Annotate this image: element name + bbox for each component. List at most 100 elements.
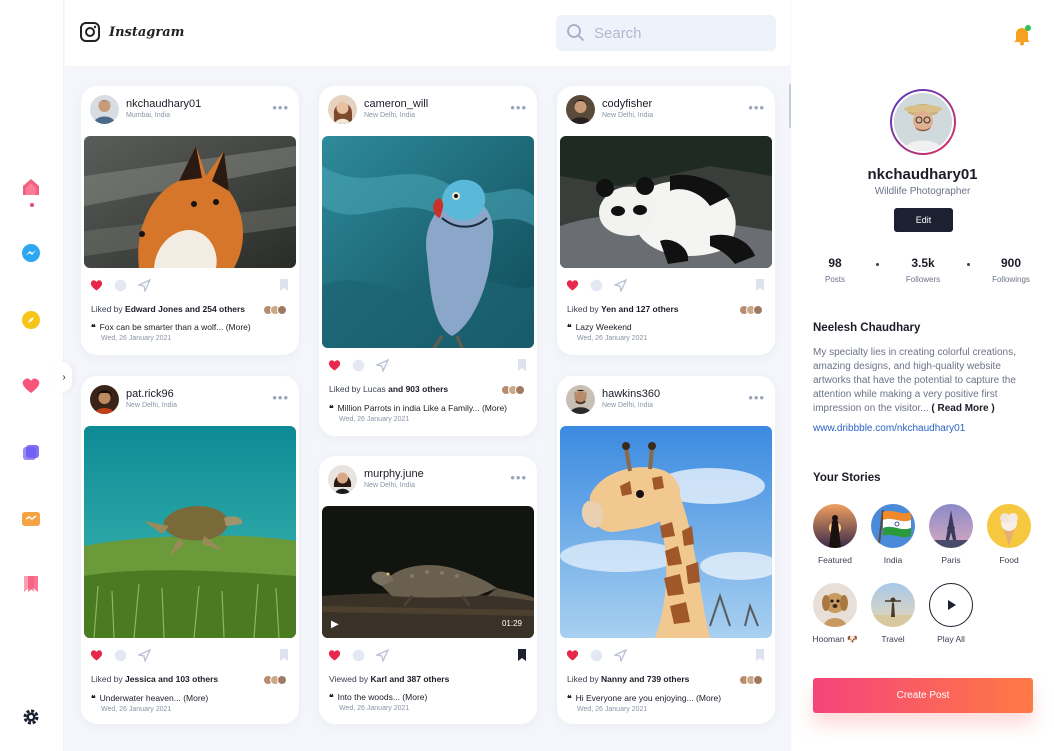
avatar[interactable]	[566, 95, 595, 124]
share-icon[interactable]	[613, 648, 627, 662]
left-sidebar	[0, 0, 64, 751]
comment-icon[interactable]	[351, 648, 365, 662]
more-options-icon[interactable]: •••	[748, 100, 765, 115]
search-input[interactable]	[594, 24, 754, 42]
story-paris[interactable]: Paris	[922, 504, 980, 565]
saved-icon[interactable]	[18, 571, 44, 597]
activity-icon[interactable]	[18, 372, 44, 398]
likes-text: Liked by Jessica and 103 others	[91, 674, 219, 684]
stat-followers[interactable]: 3.5k Followers	[893, 256, 953, 284]
likes-text: Liked by Lucas and 903 others	[329, 384, 449, 394]
story-hooman[interactable]: Hooman 🐶	[806, 583, 864, 645]
post-photo[interactable]	[84, 136, 296, 268]
liked-by-avatars	[739, 675, 765, 685]
instagram-logo[interactable]: Instagram	[79, 21, 184, 43]
profile-website-link[interactable]: www.dribbble.com/nkchaudhary01	[813, 423, 965, 434]
avatar[interactable]	[328, 95, 357, 124]
post-header: murphy.june New Delhi, India •••	[319, 456, 537, 504]
post-location: New Delhi, India	[602, 112, 653, 119]
post-photo[interactable]	[560, 426, 772, 638]
post-photo[interactable]	[322, 136, 534, 348]
profile-full-name: Neelesh Chaudhary	[813, 322, 921, 334]
comment-icon[interactable]	[113, 278, 127, 292]
post-header: cameron_will New Delhi, India •••	[319, 86, 537, 134]
edit-profile-button[interactable]: Edit	[894, 208, 953, 232]
post-video[interactable]: ▶ 01:29	[322, 506, 534, 638]
post-caption[interactable]: ❝ Lazy Weekend	[567, 322, 632, 333]
explore-icon[interactable]	[18, 307, 44, 333]
bookmark-icon[interactable]	[515, 358, 529, 372]
story-travel[interactable]: Travel	[864, 583, 922, 644]
avatar[interactable]	[328, 465, 357, 494]
chat-icon[interactable]	[18, 506, 44, 532]
liked-by-avatars	[263, 675, 289, 685]
more-options-icon[interactable]: •••	[748, 390, 765, 405]
layers-icon[interactable]	[18, 440, 44, 466]
post-caption[interactable]: ❝ Fox can be smarter than a wolf... (More…	[91, 322, 251, 333]
post-card: nkchaudhary01 Mumbai, India ••• Liked by…	[81, 86, 299, 355]
bookmark-icon[interactable]	[515, 648, 529, 662]
share-icon[interactable]	[375, 358, 389, 372]
avatar[interactable]	[90, 385, 119, 414]
story-food[interactable]: Food	[980, 504, 1038, 565]
like-heart-icon[interactable]	[89, 278, 103, 292]
post-photo[interactable]	[84, 426, 296, 638]
settings-icon[interactable]	[18, 704, 44, 730]
post-caption[interactable]: ❝ Into the woods... (More)	[329, 692, 427, 703]
bookmark-icon[interactable]	[277, 278, 291, 292]
notification-bell-icon[interactable]	[1011, 24, 1033, 46]
post-caption[interactable]: ❝ Hi Everyone are you enjoying... (More)	[567, 693, 721, 704]
post-date: Wed, 26 January 2021	[577, 706, 648, 713]
comment-icon[interactable]	[113, 648, 127, 662]
like-heart-icon[interactable]	[327, 358, 341, 372]
like-heart-icon[interactable]	[565, 648, 579, 662]
stat-posts[interactable]: 98 Posts	[805, 256, 865, 284]
post-username[interactable]: nkchaudhary01	[126, 98, 201, 110]
share-icon[interactable]	[375, 648, 389, 662]
share-icon[interactable]	[613, 278, 627, 292]
post-username[interactable]: hawkins360	[602, 388, 660, 400]
profile-bio: My specialty lies in creating colorful c…	[813, 347, 1016, 414]
post-actions	[89, 648, 291, 662]
more-options-icon[interactable]: •••	[272, 100, 289, 115]
like-heart-icon[interactable]	[565, 278, 579, 292]
post-username[interactable]: pat.rick96	[126, 388, 174, 400]
stat-separator	[876, 263, 879, 266]
comment-icon[interactable]	[351, 358, 365, 372]
stat-followings[interactable]: 900 Followings	[981, 256, 1041, 284]
create-post-button[interactable]: Create Post	[813, 678, 1033, 713]
story-play-all[interactable]: Play All	[922, 583, 980, 644]
post-caption[interactable]: ❝ Underwater heaven... (More)	[91, 693, 208, 704]
story-featured[interactable]: Featured	[806, 504, 864, 565]
bookmark-icon[interactable]	[753, 648, 767, 662]
story-india[interactable]: India	[864, 504, 922, 565]
more-options-icon[interactable]: •••	[510, 470, 527, 485]
avatar[interactable]	[90, 95, 119, 124]
likes-text: Liked by Nanny and 739 others	[567, 674, 690, 684]
share-icon[interactable]	[137, 648, 151, 662]
post-username[interactable]: cameron_will	[364, 98, 428, 110]
more-options-icon[interactable]: •••	[272, 390, 289, 405]
read-more-link[interactable]: ( Read More )	[931, 403, 994, 414]
avatar[interactable]	[566, 385, 595, 414]
home-icon[interactable]	[18, 174, 44, 200]
messenger-icon[interactable]	[18, 240, 44, 266]
post-username[interactable]: murphy.june	[364, 468, 424, 480]
liked-by-avatars	[263, 305, 289, 315]
like-heart-icon[interactable]	[89, 648, 103, 662]
comment-icon[interactable]	[589, 648, 603, 662]
profile-avatar[interactable]	[890, 89, 956, 155]
likes-text: Liked by Edward Jones and 254 others	[91, 304, 246, 314]
search-box[interactable]	[556, 15, 776, 51]
more-options-icon[interactable]: •••	[510, 100, 527, 115]
play-icon[interactable]: ▶	[331, 619, 339, 630]
post-username[interactable]: codyfisher	[602, 98, 652, 110]
post-caption[interactable]: ❝ Million Parrots in india Like a Family.…	[329, 403, 507, 414]
bookmark-icon[interactable]	[277, 648, 291, 662]
comment-icon[interactable]	[589, 278, 603, 292]
share-icon[interactable]	[137, 278, 151, 292]
like-heart-icon[interactable]	[327, 648, 341, 662]
likes-text: Liked by Yen and 127 others	[567, 304, 679, 314]
post-photo[interactable]	[560, 136, 772, 268]
bookmark-icon[interactable]	[753, 278, 767, 292]
